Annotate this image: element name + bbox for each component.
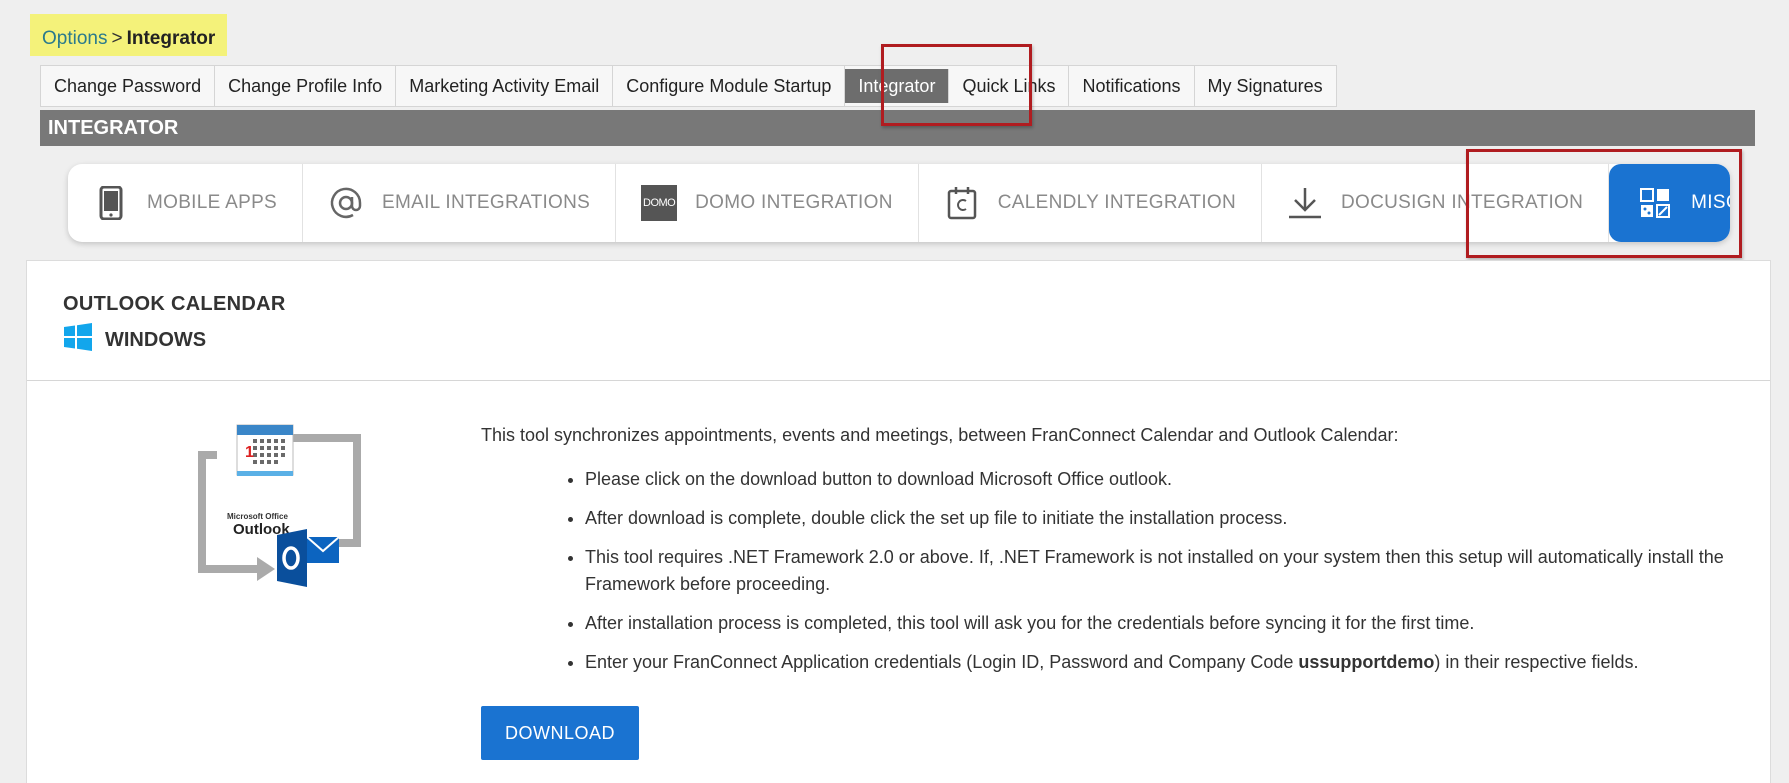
tab-my-signatures[interactable]: My Signatures xyxy=(1194,66,1336,106)
credentials-text-after: ) in their respective fields. xyxy=(1434,652,1639,672)
subtab-label: EMAIL INTEGRATIONS xyxy=(382,192,591,213)
calendar-day-number: 1 xyxy=(245,444,254,461)
breadcrumb-options-link[interactable]: Options xyxy=(42,28,107,49)
card-title: OUTLOOK CALENDAR xyxy=(63,293,286,315)
card-subtitle: WINDOWS xyxy=(63,322,1734,358)
breadcrumb-current: Integrator xyxy=(126,28,216,49)
tab-configure-module-startup[interactable]: Configure Module Startup xyxy=(613,66,846,106)
options-tab-bar: Change Password Change Profile Info Mark… xyxy=(40,65,1337,107)
tab-marketing-activity-email[interactable]: Marketing Activity Email xyxy=(396,66,614,106)
card-subtitle-text: WINDOWS xyxy=(105,328,207,351)
subtab-label: MOBILE APPS xyxy=(147,192,278,213)
company-code: ussupportdemo xyxy=(1298,652,1435,672)
subtab-calendly-integration[interactable]: CALENDLY INTEGRATION xyxy=(919,164,1263,242)
domo-logo-icon: DOMO xyxy=(641,185,678,221)
download-arrow-icon xyxy=(1287,185,1323,221)
credentials-text-before: Enter your FranConnect Application crede… xyxy=(585,652,1299,672)
highlight-integrator-tab xyxy=(881,44,1032,126)
illustration-text-microsoft-office: Microsoft Office xyxy=(227,512,288,521)
download-button[interactable]: DOWNLOAD xyxy=(481,706,640,760)
list-item: This tool requires .NET Framework 2.0 or… xyxy=(585,544,1741,598)
breadcrumb-separator: > xyxy=(111,28,123,49)
list-item: Enter your FranConnect Application crede… xyxy=(585,649,1741,676)
calendly-icon xyxy=(944,185,980,221)
subtab-mobile-apps[interactable]: MOBILE APPS xyxy=(68,164,304,242)
outlook-calendar-card: OUTLOOK CALENDAR WINDOWS 1 Microsoft Off… xyxy=(26,260,1771,783)
breadcrumb: Options > Integrator xyxy=(30,14,228,56)
list-item: After download is complete, double click… xyxy=(585,505,1741,532)
subtab-domo-integration[interactable]: DOMO DOMO INTEGRATION xyxy=(616,164,919,242)
subtab-label: DOMO INTEGRATION xyxy=(695,192,893,213)
intro-text: This tool synchronizes appointments, eve… xyxy=(481,425,1399,445)
subtab-label: CALENDLY INTEGRATION xyxy=(997,192,1237,213)
highlight-miscellaneous-tab xyxy=(1466,149,1742,258)
tab-notifications[interactable]: Notifications xyxy=(1069,66,1195,106)
at-sign-icon xyxy=(328,185,364,221)
windows-logo-icon xyxy=(63,322,93,358)
mobile-phone-icon xyxy=(93,185,129,221)
list-item: Please click on the download button to d… xyxy=(585,466,1741,493)
card-header: OUTLOOK CALENDAR WINDOWS xyxy=(27,261,1770,381)
outlook-sync-illustration: 1 Microsoft Office Outlook xyxy=(167,423,407,598)
tab-change-profile-info[interactable]: Change Profile Info xyxy=(215,66,397,106)
tab-change-password[interactable]: Change Password xyxy=(41,66,216,106)
subtab-email-integrations[interactable]: EMAIL INTEGRATIONS xyxy=(303,164,617,242)
instructions-content: This tool synchronizes appointments, eve… xyxy=(481,425,1741,760)
list-item: After installation process is completed,… xyxy=(585,610,1741,637)
instructions-list: Please click on the download button to d… xyxy=(481,466,1741,676)
